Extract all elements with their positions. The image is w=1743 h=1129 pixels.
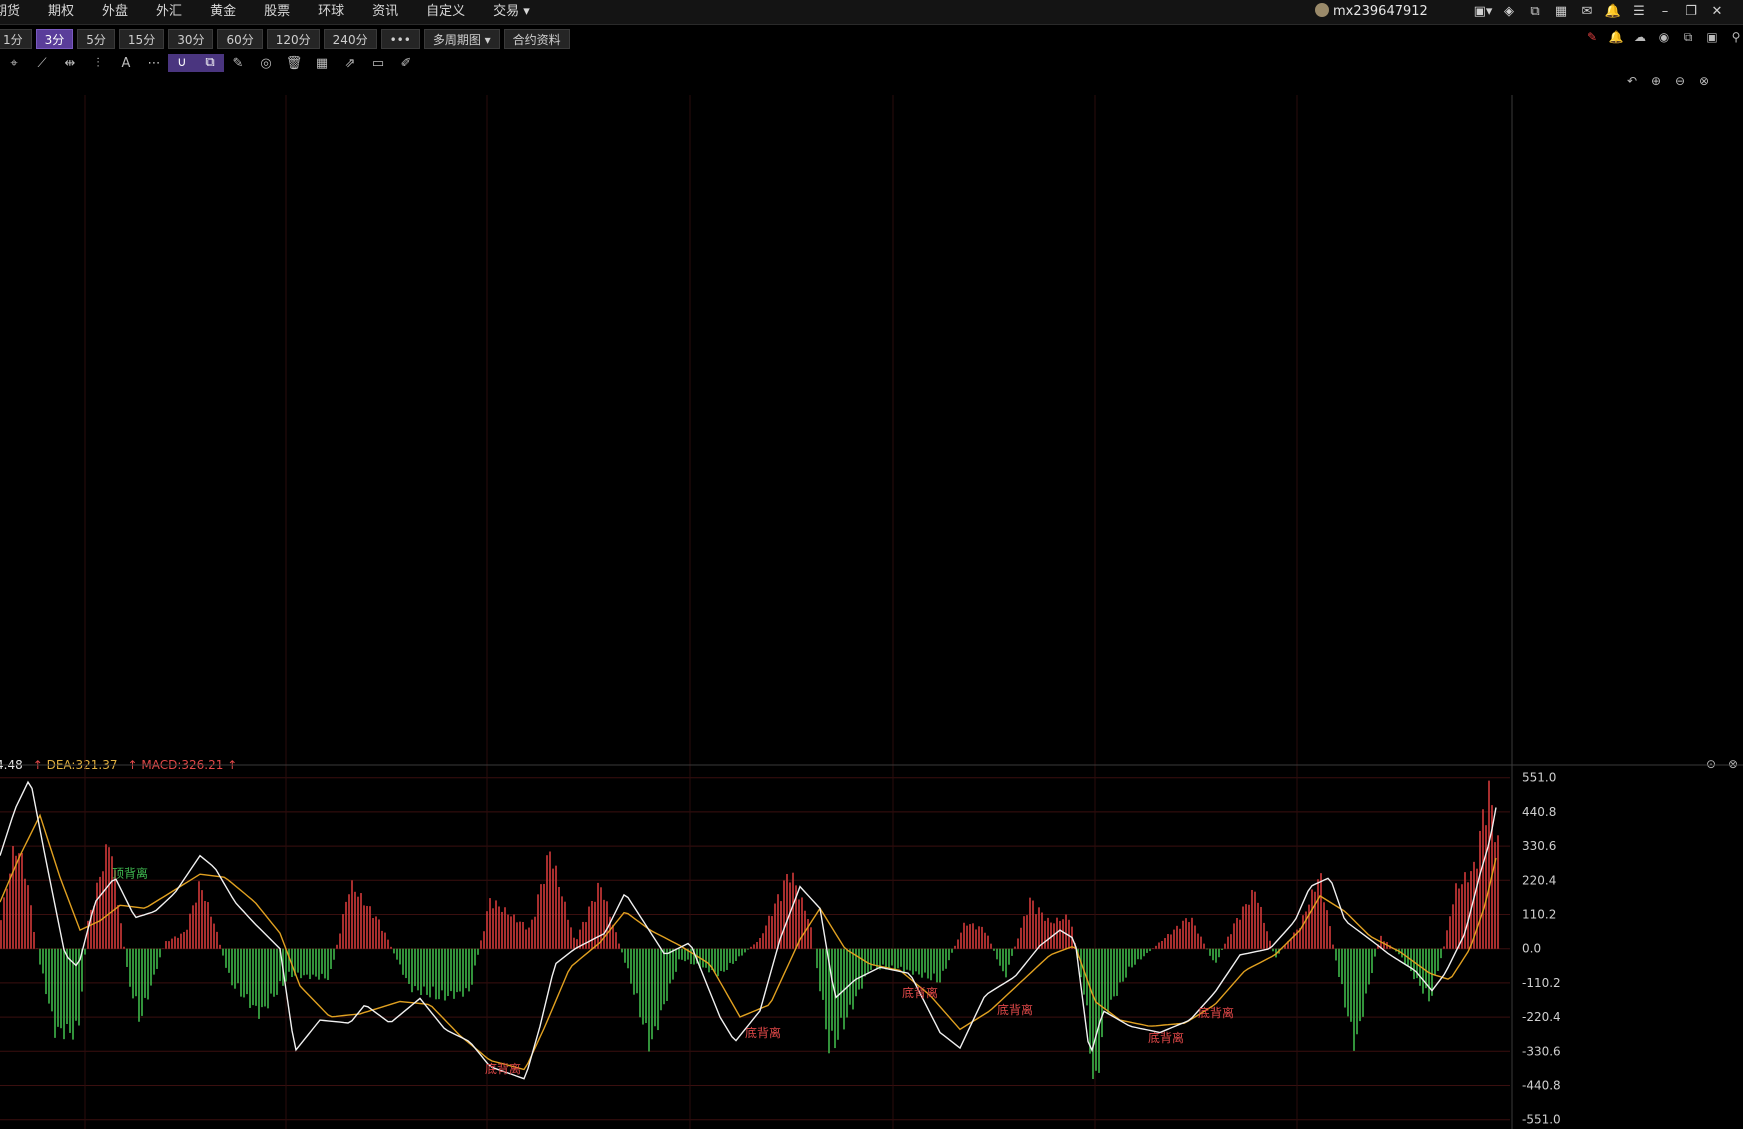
macd-tick-label: 330.6 <box>1522 839 1556 853</box>
vip-icon[interactable]: ▣▾ <box>1470 0 1496 24</box>
macd-tick-label: -220.4 <box>1522 1010 1561 1024</box>
period-15m-button[interactable]: 15分 <box>118 29 165 49</box>
window-icons: ▣▾ ◈ ⧉ ▦ ✉ 🔔 ☰ – ❐ ✕ <box>1470 0 1730 24</box>
chart-top-tools: ✎ 🔔 ☁ ◉ ⧉ ▣ ⚲ <box>1580 30 1743 45</box>
macd-tick-label: -440.8 <box>1522 1079 1561 1093</box>
price-axis: 7900078000770007600075000740007300072000… <box>1511 95 1561 1129</box>
settings-icon[interactable]: ⊗ <box>1692 74 1716 88</box>
top-menu-bar: 期货 期权 外盘 外汇 黄金 股票 环球 资讯 自定义 交易 ▾ mx23964… <box>0 0 1743 25</box>
user-account[interactable]: mx239647912 <box>1315 0 1428 24</box>
divergence-label: 底背离 <box>902 985 938 1000</box>
menu-gold[interactable]: 黄金 <box>196 0 250 24</box>
period-240m-button[interactable]: 240分 <box>323 29 377 49</box>
macd-tick-label: 440.8 <box>1522 805 1556 819</box>
copy-icon[interactable]: ⧉ <box>1676 30 1700 45</box>
contract-info-button[interactable]: 合约资料 <box>503 29 570 49</box>
edit-icon[interactable]: ✎ <box>224 56 252 71</box>
restore-icon[interactable]: ❐ <box>1678 0 1704 24</box>
divergence-label: 顶背离 <box>112 865 148 880</box>
period-60m-button[interactable]: 60分 <box>217 29 263 49</box>
drawing-toolbar: ⌖ ⟋ ⇹ ⫶ A ⋯ ∪ ⧉ ✎ ◎ 🗑 ▦ ⇗ ▭ ✐ <box>0 53 420 73</box>
mail-icon[interactable]: ✉ <box>1574 0 1600 24</box>
divergence-label: 底背离 <box>1148 1030 1184 1045</box>
macd-tick-label: -551.0 <box>1522 1113 1561 1127</box>
divergence-label: 底背离 <box>1198 1005 1234 1020</box>
trend-line-icon[interactable]: ⟋ <box>28 56 56 71</box>
period-3m-button[interactable]: 3分 <box>35 29 74 49</box>
measure-icon[interactable]: ⇹ <box>56 56 84 71</box>
divergence-label: 底背离 <box>745 1025 781 1040</box>
more-periods-button[interactable]: ••• <box>380 29 420 49</box>
period-toolbar: 1分 3分 5分 15分 30分 60分 120分 240分 ••• 多周期图 … <box>0 28 574 50</box>
camera-icon[interactable]: ◉ <box>1652 30 1676 45</box>
menu-custom[interactable]: 自定义 <box>412 0 479 24</box>
chart-canvas[interactable]: Base(79300)0.191(77476)0.200(77390)0.236… <box>0 95 1743 1129</box>
menu-trade[interactable]: 交易 ▾ <box>479 0 544 24</box>
grid-icon[interactable]: ▦ <box>308 56 336 71</box>
brush-icon[interactable]: ✐ <box>392 56 420 71</box>
menu-stocks[interactable]: 股票 <box>250 0 304 24</box>
zoom-tools: ↶ ⊕ ⊖ ⊗ <box>1620 74 1716 88</box>
username: mx239647912 <box>1333 4 1428 19</box>
fib-icon[interactable]: ⫶ <box>84 56 112 71</box>
lock-icon[interactable]: ⧉ <box>196 54 224 72</box>
draw-pen-icon[interactable]: ✎ <box>1580 30 1604 45</box>
macd-tick-label: 0.0 <box>1522 942 1541 956</box>
alert-bell-icon[interactable]: 🔔 <box>1604 30 1628 45</box>
macd-tick-label: 110.2 <box>1522 908 1556 922</box>
calendar-icon[interactable]: ▦ <box>1548 0 1574 24</box>
popout-icon[interactable]: ⧉ <box>1522 0 1548 24</box>
period-1m-button[interactable]: 1分 <box>0 29 32 49</box>
divergence-label: 底背离 <box>485 1061 521 1076</box>
period-120m-button[interactable]: 120分 <box>266 29 320 49</box>
multi-period-button[interactable]: 多周期图 ▾ <box>423 29 500 49</box>
menu-forex[interactable]: 外汇 <box>142 0 196 24</box>
menu-news[interactable]: 资讯 <box>358 0 412 24</box>
macd-panel: 顶背离底背离底背离底背离底背离底背离底背离 <box>0 780 1499 1080</box>
delete-icon[interactable]: 🗑 <box>280 56 308 71</box>
list-icon[interactable]: ☰ <box>1626 0 1652 24</box>
layers-icon[interactable]: ◈ <box>1496 0 1522 24</box>
minimize-icon[interactable]: – <box>1652 0 1678 24</box>
macd-tick-label: -110.2 <box>1522 976 1561 990</box>
zoom-out-icon[interactable]: ⊖ <box>1668 74 1692 88</box>
menu-options[interactable]: 期权 <box>34 0 88 24</box>
window-icon[interactable]: ▣ <box>1700 30 1724 45</box>
menu-global[interactable]: 环球 <box>304 0 358 24</box>
more-tools-icon[interactable]: ⋯ <box>140 56 168 71</box>
magnet-icon[interactable]: ∪ <box>168 54 196 72</box>
share-icon[interactable]: ⇗ <box>336 56 364 71</box>
pin-icon[interactable]: ⚲ <box>1724 30 1743 45</box>
divergence-label: 底背离 <box>997 1002 1033 1017</box>
zoom-in-icon[interactable]: ⊕ <box>1644 74 1668 88</box>
cloud-icon[interactable]: ☁ <box>1628 30 1652 45</box>
text-icon[interactable]: A <box>112 56 140 71</box>
macd-tick-label: 551.0 <box>1522 771 1556 785</box>
macd-tick-label: 220.4 <box>1522 873 1556 887</box>
cursor-icon[interactable]: ⌖ <box>0 56 28 71</box>
avatar <box>1315 3 1329 17</box>
eye-icon[interactable]: ◎ <box>252 56 280 71</box>
note-icon[interactable]: ▭ <box>364 56 392 71</box>
period-5m-button[interactable]: 5分 <box>77 29 115 49</box>
close-icon[interactable]: ✕ <box>1704 0 1730 24</box>
macd-tick-label: -330.6 <box>1522 1044 1561 1058</box>
main-menu: 期货 期权 外盘 外汇 黄金 股票 环球 资讯 自定义 交易 ▾ <box>0 0 544 24</box>
period-30m-button[interactable]: 30分 <box>168 29 214 49</box>
menu-futures[interactable]: 期货 <box>0 0 34 24</box>
menu-foreign-market[interactable]: 外盘 <box>88 0 142 24</box>
undo-icon[interactable]: ↶ <box>1620 74 1644 88</box>
bell-icon[interactable]: 🔔 <box>1600 0 1626 24</box>
